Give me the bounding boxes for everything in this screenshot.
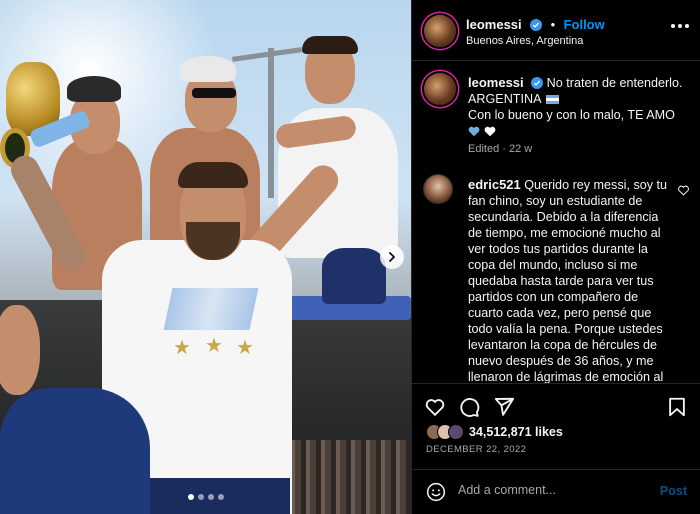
bookmark-icon[interactable] xyxy=(666,396,688,418)
shirt-star: ★ xyxy=(236,337,254,359)
post-age[interactable]: 22 w xyxy=(509,143,532,155)
add-comment-bar: Post xyxy=(412,469,700,514)
liker-avatar xyxy=(448,424,464,440)
comment: edric521 Querido rey messi, soy tu fan c… xyxy=(468,177,674,383)
carousel-next-button[interactable] xyxy=(380,245,404,269)
post-photo[interactable]: ★ ★ ★ xyxy=(0,0,411,514)
meta-separator: · xyxy=(502,143,509,155)
caption-line-1: No traten de entenderlo. xyxy=(546,76,683,90)
player-middle-cap xyxy=(180,56,236,82)
verified-badge-icon xyxy=(531,77,544,89)
caption-meta: Edited · 22 w xyxy=(468,143,532,155)
street-lamp-arm xyxy=(231,47,303,62)
post-date: DECEMBER 22, 2022 xyxy=(426,444,527,455)
caption-username[interactable]: leomessi xyxy=(468,75,524,90)
sunglasses xyxy=(192,88,236,98)
caption-line-3: Con lo bueno y con lo malo, TE AMO xyxy=(468,108,675,122)
carousel-dot[interactable] xyxy=(187,494,194,500)
commenter-username[interactable]: edric521 xyxy=(468,177,521,192)
edited-label: Edited xyxy=(468,143,500,155)
caption-line-2: ARGENTINA xyxy=(468,92,541,106)
next-arrow-icon xyxy=(389,252,395,262)
share-icon[interactable] xyxy=(493,396,515,418)
follow-button[interactable]: Follow xyxy=(564,17,605,32)
emoji-icon[interactable] xyxy=(426,482,446,502)
commenter-avatar[interactable] xyxy=(424,175,452,203)
comment-like-heart-icon[interactable] xyxy=(678,185,689,196)
shirt-graphic xyxy=(163,288,259,330)
carousel-dot[interactable] xyxy=(207,494,214,500)
carousel-dots xyxy=(0,494,411,500)
shirt-star: ★ xyxy=(205,335,223,357)
post-viewer: ★ ★ ★ leomessi • Follow Buenos Aires, Ar… xyxy=(0,0,700,514)
comment-icon[interactable] xyxy=(458,396,480,418)
player-right-shorts xyxy=(322,248,386,304)
verified-badge-icon xyxy=(530,19,543,31)
carousel-dot[interactable] xyxy=(217,494,224,500)
player-right-hair xyxy=(302,36,358,54)
heart-icon[interactable] xyxy=(424,396,446,418)
crowd xyxy=(280,440,411,514)
player-left-cap xyxy=(67,76,121,102)
post-header: leomessi • Follow Buenos Aires, Argentin… xyxy=(412,0,700,61)
argentina-flag-icon xyxy=(546,95,560,104)
avatar[interactable] xyxy=(424,15,456,47)
center-player-hair xyxy=(178,162,248,188)
carousel-dot[interactable] xyxy=(197,494,204,500)
likes-count[interactable]: 34,512,871 likes xyxy=(469,425,563,439)
caption-avatar[interactable] xyxy=(424,73,456,105)
likes-row[interactable]: 34,512,871 likes xyxy=(426,424,563,440)
add-comment-input[interactable] xyxy=(458,483,638,497)
foreground-head xyxy=(0,305,40,395)
caption: leomessi No traten de entenderlo. ARGENT… xyxy=(468,75,690,139)
post-comment-button[interactable]: Post xyxy=(660,484,687,498)
post-actions: 34,512,871 likes DECEMBER 22, 2022 xyxy=(412,383,700,463)
comments-section[interactable]: leomessi No traten de entenderlo. ARGENT… xyxy=(412,61,700,383)
location-link[interactable]: Buenos Aires, Argentina xyxy=(466,35,583,47)
comment-text: Querido rey messi, soy tu fan chino, soy… xyxy=(468,178,668,383)
more-options-icon[interactable] xyxy=(671,24,689,28)
header-separator: • xyxy=(550,17,556,32)
username-link[interactable]: leomessi xyxy=(466,17,522,32)
street-lamp xyxy=(268,48,274,198)
white-heart-icon xyxy=(484,126,495,137)
post-sidebar: leomessi • Follow Buenos Aires, Argentin… xyxy=(411,0,700,514)
shirt-star: ★ xyxy=(173,337,191,359)
blue-heart-icon xyxy=(468,126,480,137)
